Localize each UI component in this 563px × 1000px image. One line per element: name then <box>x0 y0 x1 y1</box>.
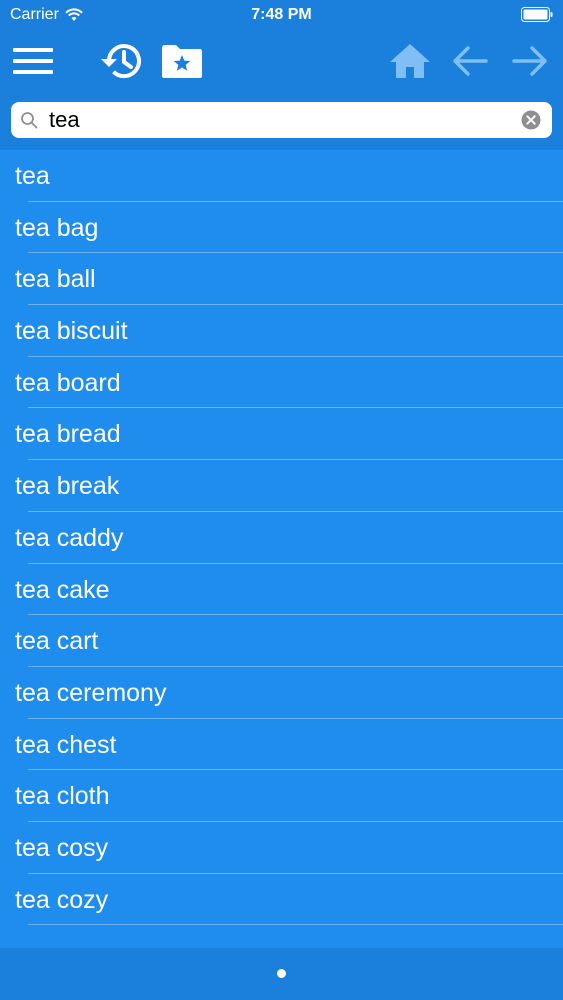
list-item[interactable]: tea cloth <box>0 770 563 822</box>
history-button[interactable] <box>98 38 146 84</box>
bottom-bar <box>0 948 563 1000</box>
list-item[interactable]: tea board <box>0 357 563 409</box>
list-item[interactable]: tea <box>0 150 563 202</box>
list-item-label: tea bread <box>15 420 121 449</box>
list-item-label: tea cloth <box>15 782 110 811</box>
clear-icon[interactable] <box>521 110 541 130</box>
top-bar: Carrier 7:48 PM <box>0 0 563 150</box>
list-item-label: tea cosy <box>15 833 109 862</box>
arrow-right-icon <box>512 46 547 76</box>
list-item-label: tea biscuit <box>15 317 128 346</box>
hamburger-menu-icon <box>13 48 53 74</box>
favorites-button[interactable] <box>158 38 206 84</box>
home-button[interactable] <box>386 38 434 84</box>
page-indicator-dot <box>277 969 286 978</box>
home-icon <box>390 44 430 78</box>
list-item[interactable]: tea chest <box>0 719 563 771</box>
list-item[interactable]: tea ball <box>0 253 563 306</box>
arrow-left-icon <box>453 46 488 76</box>
list-item[interactable]: tea cosy <box>0 822 563 874</box>
list-item-label: tea caddy <box>15 523 124 552</box>
list-item[interactable]: tea bag <box>0 202 563 254</box>
menu-button[interactable] <box>9 38 57 84</box>
row-divider <box>28 924 563 926</box>
list-item-label: tea cake <box>15 575 110 604</box>
list-item[interactable]: tea biscuit <box>0 305 563 357</box>
list-item-label: tea ball <box>15 265 96 294</box>
list-item[interactable]: tea bread <box>0 408 563 461</box>
status-time: 7:48 PM <box>251 6 312 23</box>
list-item-label: tea ceremony <box>15 678 167 707</box>
list-item[interactable]: tea cozy <box>0 874 563 926</box>
list-item-label: tea board <box>15 368 121 397</box>
list-item[interactable]: tea cake <box>0 564 563 616</box>
list-item-label: tea <box>15 162 50 190</box>
search-icon <box>21 112 38 129</box>
search-input[interactable] <box>49 102 509 138</box>
results-list: tea tea bag tea ball tea biscuit tea board te… <box>0 150 563 948</box>
toolbar <box>0 30 563 92</box>
list-item[interactable]: tea caddy <box>0 512 563 564</box>
status-bar: Carrier 7:48 PM <box>0 0 563 30</box>
back-button[interactable] <box>446 38 494 84</box>
folder-star-icon <box>162 45 202 78</box>
list-item[interactable]: tea break <box>0 460 563 512</box>
forward-button[interactable] <box>506 38 554 84</box>
list-item-label: tea break <box>15 472 120 501</box>
list-item[interactable]: tea ceremony <box>0 667 563 719</box>
list-item-label: tea bag <box>15 213 99 242</box>
battery-icon <box>521 7 553 22</box>
history-clock-icon <box>101 44 141 79</box>
list-item-label: tea chest <box>15 730 117 759</box>
list-item[interactable]: tea cart <box>0 615 563 667</box>
list-item-label: tea cart <box>15 627 99 656</box>
list-item-label: tea cozy <box>15 885 109 914</box>
search-bar <box>11 102 552 138</box>
